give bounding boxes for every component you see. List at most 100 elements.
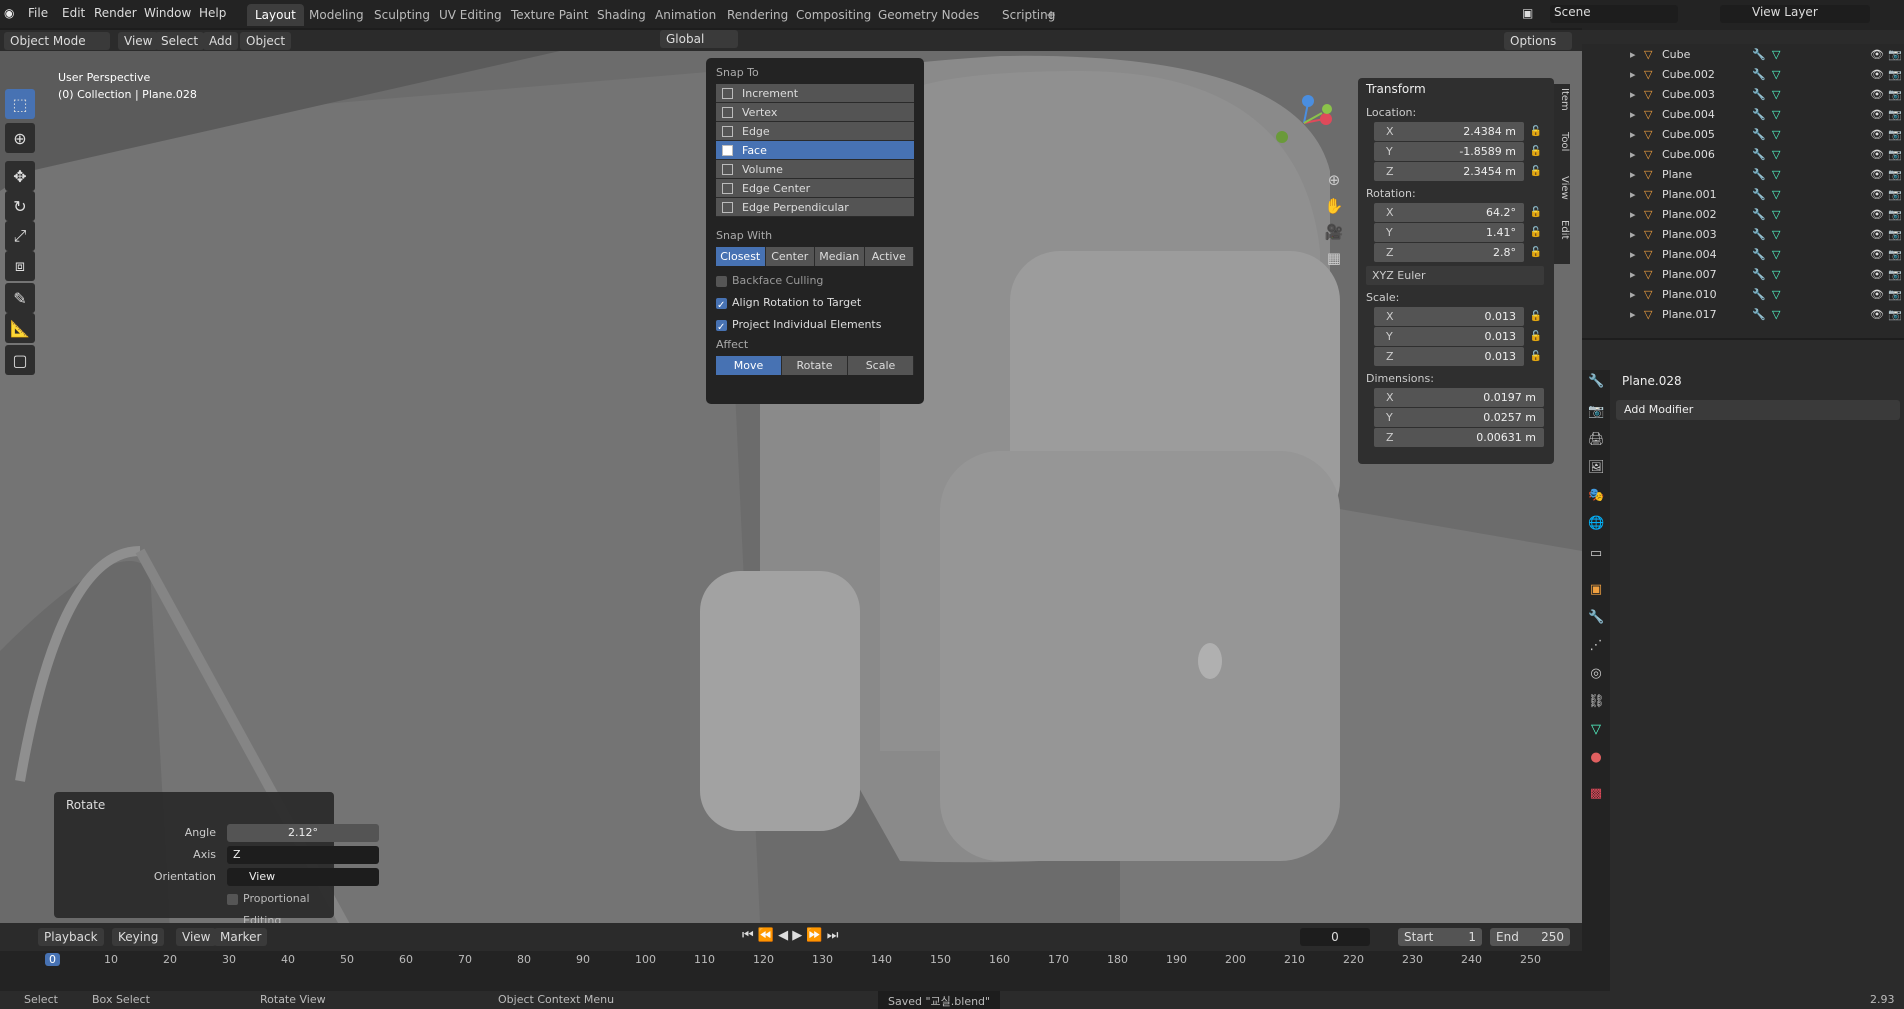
material-tab-icon[interactable]: ●: [1588, 750, 1604, 766]
rotation-y[interactable]: Y 1.41° 🔓: [1374, 223, 1542, 242]
visibility-icon[interactable]: 👁: [1870, 228, 1884, 241]
transform-orientation-select[interactable]: Global: [660, 30, 738, 48]
visibility-icon[interactable]: 👁: [1870, 48, 1884, 61]
tab-compositing[interactable]: Compositing: [788, 4, 879, 26]
angle-field[interactable]: 2.12°: [227, 824, 379, 842]
npanel-tab-edit[interactable]: Edit: [1554, 220, 1570, 239]
dimensions-z[interactable]: Z 0.00631 m: [1374, 428, 1544, 447]
render-camera-icon[interactable]: 📷: [1888, 288, 1902, 301]
render-camera-icon[interactable]: 📷: [1888, 108, 1902, 121]
playback-controls[interactable]: ⏮ ⏪ ◀ ▶ ⏩ ⏭: [742, 928, 838, 943]
view-layer-name[interactable]: View Layer: [1720, 5, 1870, 23]
menu-render[interactable]: Render: [94, 6, 137, 20]
blender-logo-icon[interactable]: ◉: [4, 6, 14, 20]
dimensions-x[interactable]: X 0.0197 m: [1374, 388, 1544, 407]
tab-sculpting[interactable]: Sculpting: [366, 4, 438, 26]
menu-file[interactable]: File: [28, 6, 48, 20]
render-camera-icon[interactable]: 📷: [1888, 128, 1902, 141]
zoom-icon[interactable]: ⊕: [1322, 171, 1346, 197]
outliner-item[interactable]: ▸ ▽ Plane.001 🔧 ▽ 👁 📷: [1582, 188, 1904, 208]
outliner-item[interactable]: ▸ ▽ Plane.002 🔧 ▽ 👁 📷: [1582, 208, 1904, 228]
menu-object[interactable]: Object: [240, 32, 292, 50]
menu-add[interactable]: Add: [203, 32, 239, 50]
rotation-z[interactable]: Z 2.8° 🔓: [1374, 243, 1542, 262]
scale-icon[interactable]: ⤢: [5, 221, 35, 251]
snap-edge-center[interactable]: Edge Center: [716, 179, 914, 198]
annotate-icon[interactable]: ✎: [5, 283, 35, 313]
project-individual-checkbox[interactable]: Project Individual Elements: [716, 314, 914, 339]
move-icon[interactable]: ✥: [5, 161, 35, 191]
outliner-item[interactable]: ▸ ▽ Cube.003 🔧 ▽ 👁 📷: [1582, 88, 1904, 108]
render-camera-icon[interactable]: 📷: [1888, 148, 1902, 161]
snap-increment[interactable]: Increment: [716, 84, 914, 103]
visibility-icon[interactable]: 👁: [1870, 168, 1884, 181]
object-tab-icon[interactable]: ▣: [1588, 582, 1604, 598]
scene-tab-icon[interactable]: 🎭: [1588, 488, 1604, 504]
outliner-item[interactable]: ▸ ▽ Cube 🔧 ▽ 👁 📷: [1582, 48, 1904, 68]
visibility-icon[interactable]: 👁: [1870, 248, 1884, 261]
tab-modeling[interactable]: Modeling: [301, 4, 372, 26]
snap-with-active[interactable]: Active: [864, 247, 914, 266]
playback-menu[interactable]: Playback: [38, 928, 104, 946]
axis-select[interactable]: Z: [227, 846, 379, 864]
outliner-item[interactable]: ▸ ▽ Plane.010 🔧 ▽ 👁 📷: [1582, 288, 1904, 308]
render-camera-icon[interactable]: 📷: [1888, 48, 1902, 61]
menu-help[interactable]: Help: [199, 6, 226, 20]
render-tab-icon[interactable]: 📷: [1588, 404, 1604, 420]
menu-view[interactable]: View: [118, 32, 159, 50]
location-x[interactable]: X 2.4384 m 🔓: [1374, 122, 1542, 141]
select-box-icon[interactable]: ⬚: [5, 89, 35, 119]
outliner-item[interactable]: ▸ ▽ Plane.004 🔧 ▽ 👁 📷: [1582, 248, 1904, 268]
modifier-tab-icon[interactable]: 🔧: [1588, 610, 1604, 626]
visibility-icon[interactable]: 👁: [1870, 108, 1884, 121]
render-camera-icon[interactable]: 📷: [1888, 268, 1902, 281]
menu-edit[interactable]: Edit: [62, 6, 85, 20]
rotate-title[interactable]: Rotate: [66, 798, 105, 812]
npanel-tab-item[interactable]: Item: [1554, 88, 1570, 111]
add-cube-icon[interactable]: ▢: [5, 345, 35, 375]
rotate-icon[interactable]: ↻: [5, 191, 35, 221]
timeline-ruler[interactable]: 0 10 20 30 40 50 60 70 80 90 100 110 120 130 140 150 160…: [0, 951, 1582, 991]
outliner-item[interactable]: ▸ ▽ Cube.004 🔧 ▽ 👁 📷: [1582, 108, 1904, 128]
outliner-item[interactable]: ▸ ▽ Cube.002 🔧 ▽ 👁 📷: [1582, 68, 1904, 88]
scene-name[interactable]: Scene: [1550, 5, 1678, 23]
align-rotation-checkbox[interactable]: Align Rotation to Target: [716, 292, 914, 317]
proportional-editing-checkbox[interactable]: Proportional Editing: [227, 888, 334, 927]
pan-icon[interactable]: ✋: [1322, 197, 1346, 223]
outliner-item[interactable]: ▸ ▽ Plane.017 🔧 ▽ 👁 📷: [1582, 308, 1904, 328]
physics-tab-icon[interactable]: ◎: [1588, 666, 1604, 682]
menu-select[interactable]: Select: [155, 32, 205, 50]
view-layer-tab-icon[interactable]: 🖼: [1588, 460, 1605, 476]
snap-volume[interactable]: Volume: [716, 160, 914, 179]
cursor-icon[interactable]: ⊕: [5, 123, 35, 153]
render-camera-icon[interactable]: 📷: [1888, 168, 1902, 181]
rotation-x[interactable]: X 64.2° 🔓: [1374, 203, 1542, 222]
visibility-icon[interactable]: 👁: [1870, 68, 1884, 81]
dimensions-y[interactable]: Y 0.0257 m: [1374, 408, 1544, 427]
texture-tab-icon[interactable]: ▩: [1588, 786, 1604, 802]
location-y[interactable]: Y -1.8589 m 🔓: [1374, 142, 1542, 161]
snap-with-closest[interactable]: Closest: [716, 247, 766, 266]
snap-vertex[interactable]: Vertex: [716, 103, 914, 122]
visibility-icon[interactable]: 👁: [1870, 308, 1884, 321]
particles-tab-icon[interactable]: ⋰: [1588, 638, 1604, 654]
render-camera-icon[interactable]: 📷: [1888, 208, 1902, 221]
add-workspace-icon[interactable]: +: [1038, 4, 1064, 26]
measure-icon[interactable]: 📐: [5, 313, 35, 343]
tab-layout[interactable]: Layout: [247, 4, 304, 26]
render-camera-icon[interactable]: 📷: [1888, 228, 1902, 241]
tab-geometry-nodes[interactable]: Geometry Nodes: [870, 4, 987, 26]
affect-scale[interactable]: Scale: [848, 356, 914, 375]
output-tab-icon[interactable]: 🖨: [1588, 432, 1605, 448]
affect-rotate[interactable]: Rotate: [782, 356, 848, 375]
scale-z[interactable]: Z 0.013 🔓: [1374, 347, 1542, 366]
start-frame-field[interactable]: Start 1: [1398, 928, 1482, 946]
tab-texture-paint[interactable]: Texture Paint: [503, 4, 596, 26]
backface-culling-checkbox[interactable]: Backface Culling: [716, 270, 914, 292]
navigation-gizmo[interactable]: [1272, 91, 1332, 151]
location-z[interactable]: Z 2.3454 m 🔓: [1374, 162, 1542, 181]
outliner-item[interactable]: ▸ ▽ Cube.005 🔧 ▽ 👁 📷: [1582, 128, 1904, 148]
scale-y[interactable]: Y 0.013 🔓: [1374, 327, 1542, 346]
camera-icon[interactable]: 🎥: [1322, 223, 1346, 249]
ortho-grid-icon[interactable]: ▦: [1322, 249, 1346, 275]
